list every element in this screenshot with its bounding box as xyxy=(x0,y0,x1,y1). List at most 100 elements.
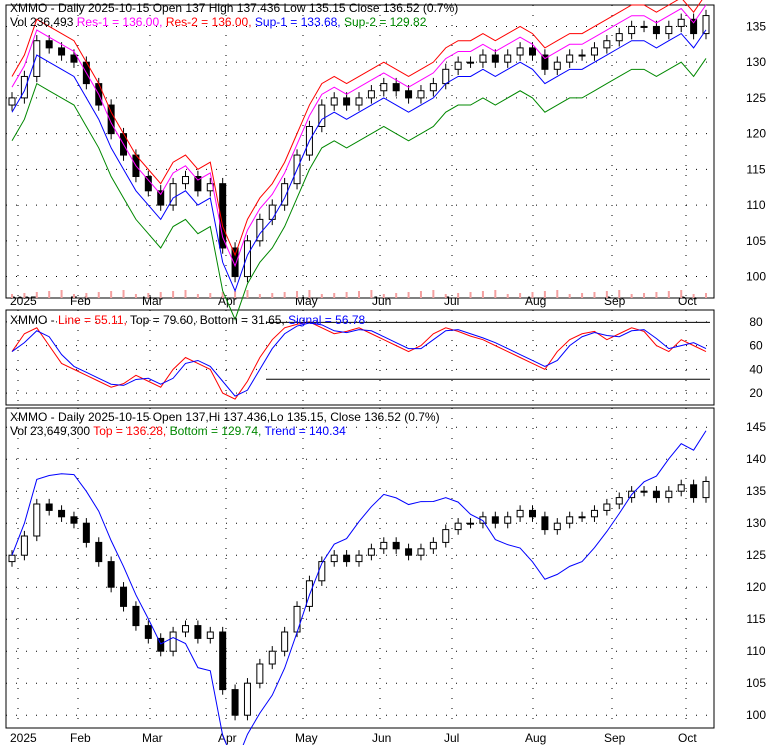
top-label: Top = 79.60, xyxy=(129,313,197,327)
candle xyxy=(429,541,437,550)
panel2-legend: XMMO - Line = 55.11, Top = 79.60, Bottom… xyxy=(10,313,365,327)
volume-bar xyxy=(407,292,410,298)
candle xyxy=(107,104,115,135)
volume-bar xyxy=(23,293,26,298)
candle xyxy=(640,25,648,28)
candle xyxy=(268,650,276,665)
panel3-title: XMMO - Daily 2025-10-15 Open 137,Hi 137.… xyxy=(10,410,440,424)
bottom3-label: Bottom = 129.74, xyxy=(169,424,262,438)
volume-bar xyxy=(333,293,336,298)
candle xyxy=(652,490,660,499)
trend-ytick: 110 xyxy=(746,644,765,658)
price-ytick: 125 xyxy=(746,91,766,105)
panel1-title: XMMO - Daily 2025-10-15 Open 137 High 13… xyxy=(10,1,459,15)
volume-bar xyxy=(320,294,323,298)
volume-bar xyxy=(85,293,88,298)
candle xyxy=(206,631,214,639)
candle xyxy=(491,516,499,524)
candle xyxy=(615,33,623,42)
volume-bar xyxy=(159,292,162,298)
candle xyxy=(367,90,375,99)
volume-bar xyxy=(543,291,546,298)
volume-bar xyxy=(147,293,150,298)
candle xyxy=(665,490,673,499)
volume-bar xyxy=(60,290,63,298)
xtick-label: Mar xyxy=(142,294,163,308)
vol3-label: Vol 23,649,300 xyxy=(10,424,91,438)
volume-bar xyxy=(134,294,137,298)
candle xyxy=(454,61,462,70)
xtick-label: Oct xyxy=(678,731,697,745)
candle xyxy=(45,40,53,49)
xtick-label: Jun xyxy=(372,731,391,745)
xtick-label: Jun xyxy=(372,294,391,308)
candle xyxy=(640,490,648,493)
candle xyxy=(392,83,400,92)
candle xyxy=(182,176,189,185)
volume-bar xyxy=(469,292,472,298)
volume-bar xyxy=(35,292,38,298)
candle xyxy=(380,83,388,92)
candle xyxy=(231,689,239,716)
candle xyxy=(144,625,152,639)
candle xyxy=(58,509,66,518)
candle xyxy=(33,503,41,537)
xtick-label: May xyxy=(295,294,318,308)
volume-bar xyxy=(481,291,484,298)
volume-bar xyxy=(370,290,373,298)
trend-label: Trend = 140.34 xyxy=(264,424,346,438)
volume-bar xyxy=(643,293,646,298)
chart-svg: 100 105 110 115 120 125 130 135 20 40 60 80 100 105 11… xyxy=(5,0,766,745)
volume-bar xyxy=(97,292,100,298)
volume-bar xyxy=(283,292,286,298)
volume-bar xyxy=(246,290,249,298)
top3-label: Top = 136.28, xyxy=(93,424,167,438)
candle xyxy=(330,554,338,563)
trend-ytick: 145 xyxy=(746,420,766,434)
volume-bar xyxy=(296,291,299,298)
volume-bar xyxy=(184,290,187,298)
osc-ytick: 80 xyxy=(749,315,763,329)
volume-bar xyxy=(568,294,571,298)
candle xyxy=(281,631,289,652)
trend-ytick: 115 xyxy=(746,612,765,626)
candle xyxy=(578,516,586,519)
candle xyxy=(566,516,574,524)
candle xyxy=(590,509,598,518)
volume-bar xyxy=(581,293,584,298)
price-ytick: 110 xyxy=(746,198,765,212)
panel3-legend: Vol 23,649,300 Top = 136.28, Bottom = 12… xyxy=(10,424,346,438)
trend-ytick: 140 xyxy=(746,452,766,466)
xtick-label: 2025 xyxy=(10,731,37,745)
osc-ytick: 40 xyxy=(749,362,763,376)
volume-bar xyxy=(630,294,633,298)
candle xyxy=(194,625,202,639)
volume-bar xyxy=(110,291,113,298)
vol-label: Vol 236,493 xyxy=(10,15,74,29)
candle xyxy=(628,25,636,35)
candle xyxy=(690,18,698,35)
candle xyxy=(120,586,128,607)
volume-bar xyxy=(618,290,621,298)
volume-bar xyxy=(444,294,447,298)
volume-bar xyxy=(680,290,683,298)
candle xyxy=(293,605,301,633)
candle xyxy=(8,97,16,106)
volume-bar xyxy=(72,294,75,298)
candle xyxy=(95,541,103,563)
res2-label: Res-2 = 136.00, xyxy=(165,15,252,29)
candle xyxy=(615,497,623,505)
volume-bar xyxy=(209,293,212,298)
xtick-label: Mar xyxy=(142,731,163,745)
candle xyxy=(529,47,536,56)
volume-bar xyxy=(506,294,509,298)
volume-bar xyxy=(519,293,522,298)
candle xyxy=(330,97,338,106)
candle xyxy=(553,522,561,531)
candle xyxy=(702,15,710,35)
candle xyxy=(33,40,41,77)
candle xyxy=(70,54,78,63)
candle xyxy=(603,503,611,511)
xtick-label: Apr xyxy=(218,731,237,745)
price-ytick: 115 xyxy=(746,162,765,176)
